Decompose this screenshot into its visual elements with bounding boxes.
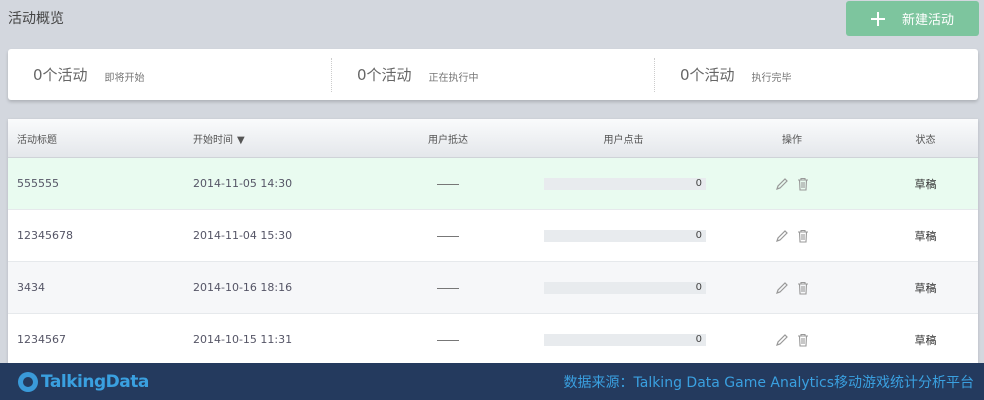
- header-reach: 用户抵达: [428, 134, 468, 146]
- table-row[interactable]: 3434 2014-10-16 18:16 0 草稿: [8, 262, 978, 314]
- talkingdata-logo: TalkingData: [18, 371, 149, 392]
- empty-dash: [437, 287, 459, 289]
- header-clicks: 用户点击: [603, 134, 644, 146]
- click-count: 0: [695, 178, 702, 189]
- empty-dash: [437, 183, 459, 185]
- click-count: 0: [695, 282, 702, 293]
- stat-finished: 0个活动 执行完毕: [654, 57, 977, 92]
- row-start-time: 2014-11-04 15:30: [193, 229, 293, 242]
- row-title[interactable]: 555555: [8, 177, 184, 190]
- row-ops: [711, 229, 873, 243]
- empty-dash: [437, 235, 459, 237]
- table-row[interactable]: 12345678 2014-11-04 15:30 0 草稿: [8, 210, 978, 262]
- click-progress-bar: 0: [544, 281, 706, 294]
- stat-count: 0个活动: [680, 66, 735, 84]
- row-title[interactable]: 1234567: [8, 333, 184, 346]
- row-clicks: 0: [536, 229, 711, 242]
- click-progress-bar: 0: [544, 333, 706, 346]
- row-reach: [360, 229, 536, 242]
- status-badge: 草稿: [914, 177, 937, 191]
- stat-label: 即将开始: [104, 72, 145, 84]
- stat-running: 0个活动 正在执行中: [331, 57, 654, 92]
- new-activity-label: 新建活动: [902, 13, 955, 28]
- logo-text: TalkingData: [41, 371, 149, 392]
- header-start-time[interactable]: 开始时间 ▼: [184, 131, 360, 146]
- new-activity-button[interactable]: 新建活动: [846, 1, 979, 36]
- row-start-time: 2014-11-05 14:30: [193, 177, 293, 190]
- status-badge: 草稿: [914, 281, 937, 295]
- row-clicks: 0: [536, 333, 711, 346]
- pencil-icon[interactable]: [775, 281, 789, 295]
- footer-bar: TalkingData 数据来源：Talking Data Game Analy…: [0, 363, 984, 400]
- row-clicks: 0: [536, 281, 711, 294]
- sort-down-icon[interactable]: ▼: [237, 135, 245, 146]
- pencil-icon[interactable]: [775, 177, 789, 191]
- row-ops: [711, 177, 873, 191]
- status-badge: 草稿: [914, 333, 937, 347]
- click-progress-bar: 0: [544, 229, 706, 242]
- click-count: 0: [695, 230, 702, 241]
- header-ops: 操作: [782, 134, 802, 146]
- status-badge: 草稿: [914, 229, 937, 243]
- data-source-note: 数据来源：Talking Data Game Analytics移动游戏统计分析…: [563, 374, 975, 391]
- click-progress-bar: 0: [544, 177, 706, 190]
- activity-table: 活动标题 开始时间 ▼ 用户抵达 用户点击 操作 状态 555555 2014-1…: [8, 119, 978, 369]
- row-start-time: 2014-10-15 11:31: [193, 333, 293, 346]
- page-title: 活动概览: [8, 11, 64, 27]
- header-status: 状态: [915, 134, 936, 146]
- row-start-time: 2014-10-16 18:16: [193, 281, 293, 294]
- header-title: 活动标题: [17, 134, 57, 146]
- row-reach: [360, 333, 536, 346]
- row-title[interactable]: 3434: [8, 281, 184, 294]
- row-ops: [711, 281, 873, 295]
- stat-label: 正在执行中: [428, 72, 479, 84]
- header-start-time-label: 开始时间: [193, 134, 233, 146]
- click-count: 0: [695, 334, 702, 345]
- row-title[interactable]: 12345678: [8, 229, 184, 242]
- stat-count: 0个活动: [357, 66, 412, 84]
- talkingdata-logo-icon: [18, 371, 38, 392]
- stat-label: 执行完毕: [751, 72, 792, 84]
- summary-panel: 0个活动 即将开始 0个活动 正在执行中 0个活动 执行完毕: [8, 49, 978, 100]
- trash-icon[interactable]: [797, 281, 809, 295]
- stat-count: 0个活动: [33, 66, 88, 84]
- table-row[interactable]: 1234567 2014-10-15 11:31 0 草稿: [8, 314, 978, 366]
- row-ops: [711, 333, 873, 347]
- row-reach: [360, 281, 536, 294]
- trash-icon[interactable]: [797, 177, 809, 191]
- row-reach: [360, 177, 536, 190]
- trash-icon[interactable]: [797, 333, 809, 347]
- plus-icon: [869, 10, 887, 28]
- table-row[interactable]: 555555 2014-11-05 14:30 0 草稿: [8, 158, 978, 210]
- pencil-icon[interactable]: [775, 333, 789, 347]
- pencil-icon[interactable]: [775, 229, 789, 243]
- trash-icon[interactable]: [797, 229, 809, 243]
- empty-dash: [437, 339, 459, 341]
- table-header: 活动标题 开始时间 ▼ 用户抵达 用户点击 操作 状态: [8, 119, 978, 158]
- stat-upcoming: 0个活动 即将开始: [8, 58, 331, 92]
- row-clicks: 0: [536, 177, 711, 190]
